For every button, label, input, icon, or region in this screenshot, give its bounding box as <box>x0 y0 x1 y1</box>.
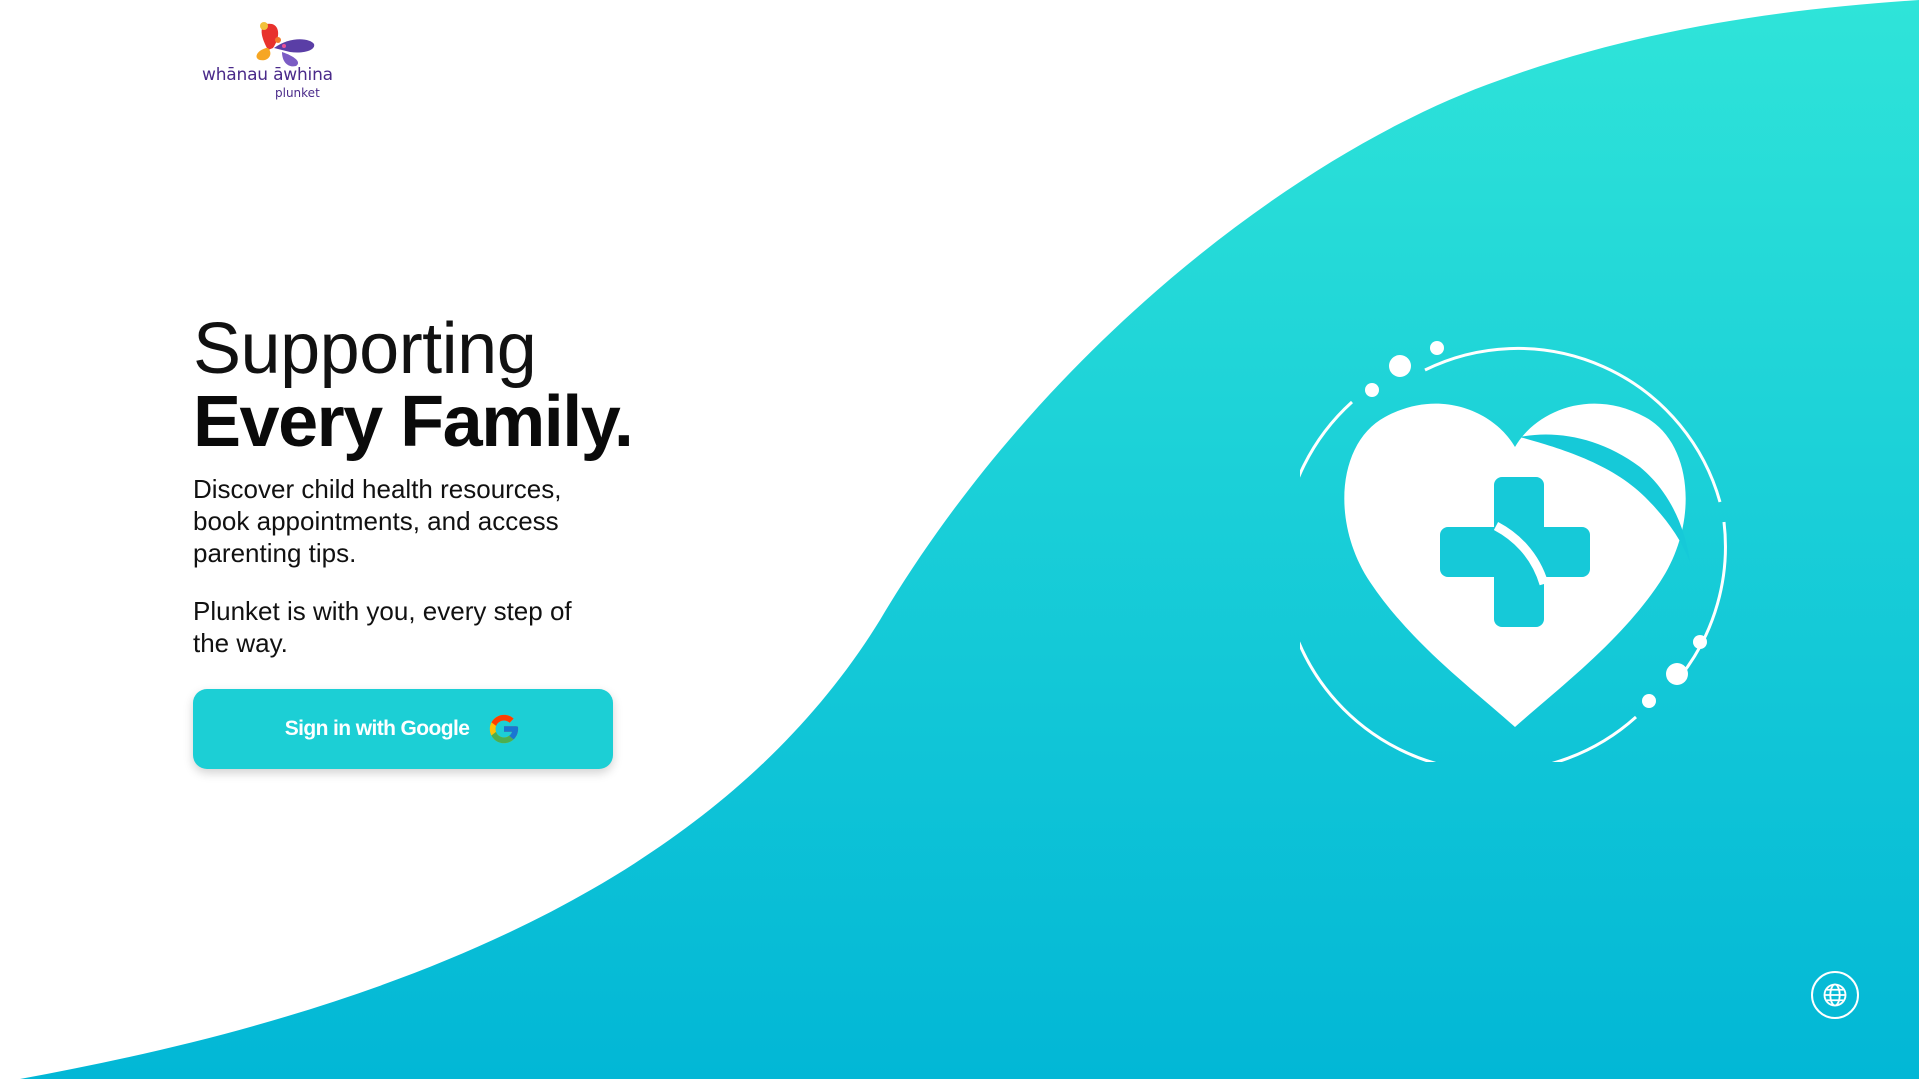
butterfly-logo-icon <box>256 22 315 67</box>
google-g-icon <box>490 714 519 744</box>
signin-label: Sign in with Google <box>284 717 470 740</box>
hero-description: Discover child health resources, book ap… <box>193 474 562 568</box>
headline-bold: Every Family. <box>193 382 634 462</box>
brand-name: whānau āwhina <box>202 65 333 85</box>
brand-sub: plunket <box>275 86 320 100</box>
brand-logo[interactable]: whānau āwhina plunket <box>198 18 338 104</box>
globe-icon <box>1823 983 1847 1007</box>
language-button[interactable] <box>1811 971 1859 1019</box>
hero-tagline: Plunket is with you, every step of the w… <box>193 596 572 658</box>
hero-section: Supporting Every Family. Discover child … <box>193 313 663 659</box>
login-page: whānau āwhina plunket Supporting Every F… <box>0 0 1919 1079</box>
google-signin-button[interactable]: Sign in with Google <box>193 689 613 769</box>
heart-health-emblem <box>1300 341 1727 762</box>
headline-light: Supporting <box>193 309 537 389</box>
